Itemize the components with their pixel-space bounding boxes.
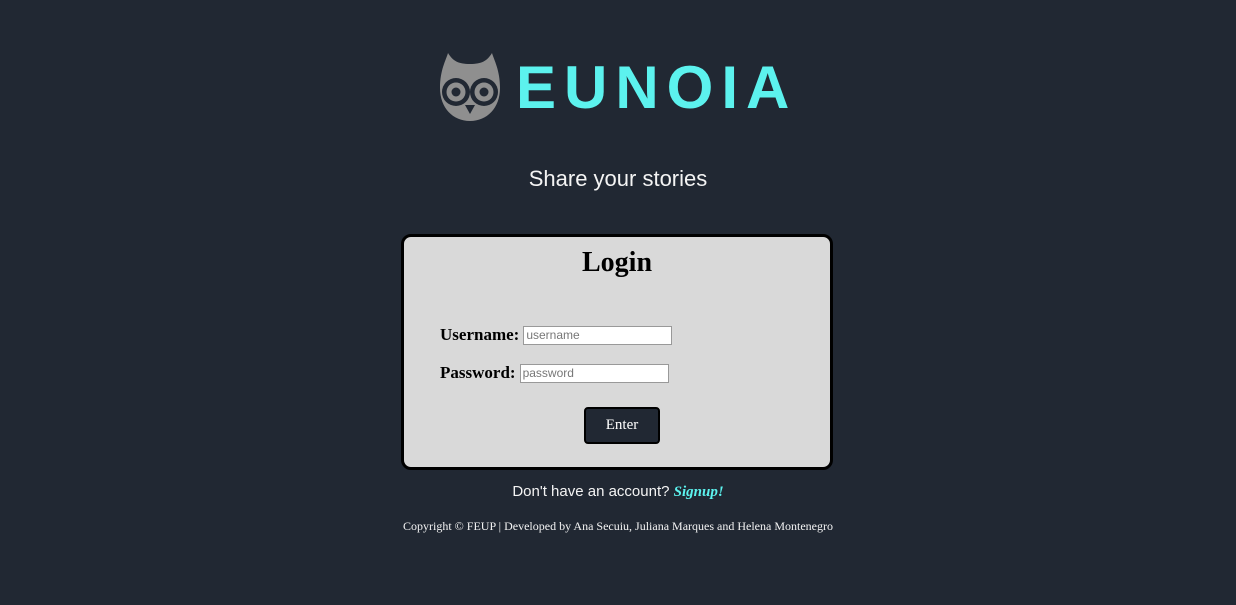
password-label: Password:	[440, 363, 516, 382]
signup-prompt: Don't have an account?	[512, 483, 670, 500]
username-row: Username:	[440, 325, 673, 345]
password-row: Password:	[440, 363, 669, 383]
owl-icon	[440, 53, 500, 121]
signup-link[interactable]: Signup!	[674, 484, 724, 500]
footer-copyright: Copyright © FEUP | Developed by Ana Secu…	[403, 519, 833, 533]
logo: EUNOIA	[434, 52, 797, 124]
username-label: Username:	[440, 325, 520, 344]
login-title: Login	[581, 247, 653, 278]
login-card: Login Username: Password: Enter	[401, 234, 833, 470]
brand-name: EUNOIA	[516, 54, 798, 121]
signup-line: Don't have an account? Signup!	[0, 483, 1236, 501]
username-input[interactable]	[523, 325, 673, 345]
enter-button[interactable]: Enter	[584, 407, 660, 444]
tagline: Share your stories	[528, 166, 708, 191]
password-input[interactable]	[519, 363, 669, 383]
